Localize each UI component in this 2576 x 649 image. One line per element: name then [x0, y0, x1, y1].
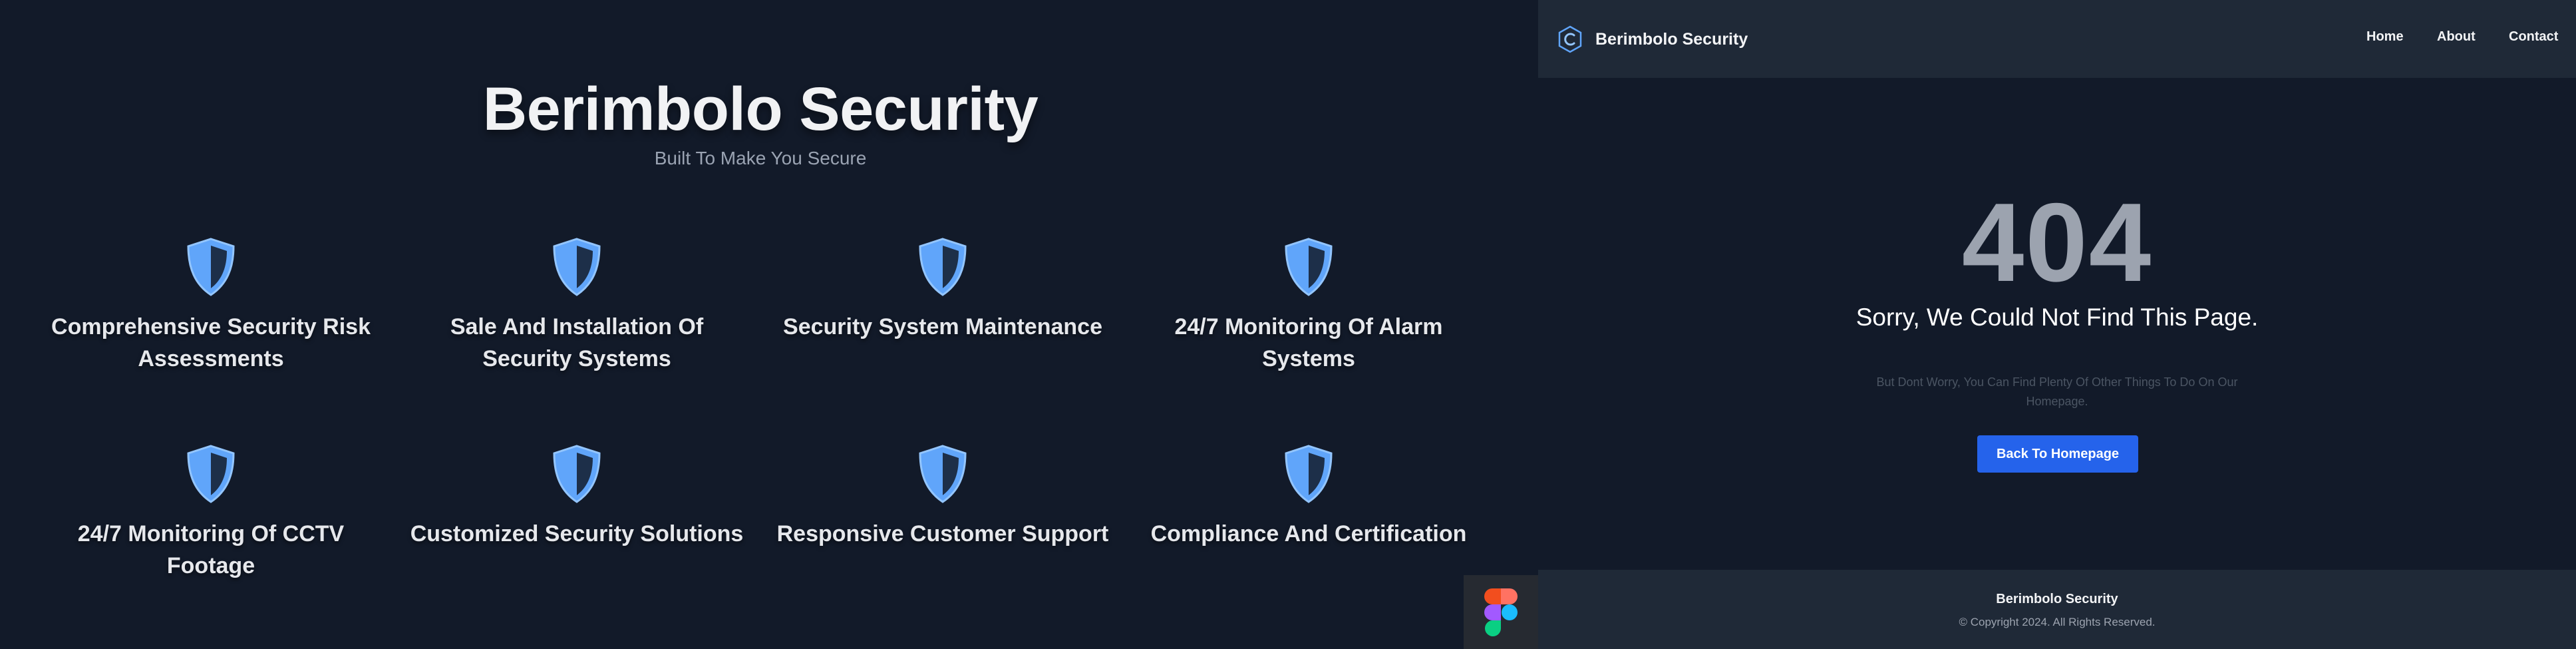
feature-label: 24/7 Monitoring Of Alarm Systems [1174, 314, 1443, 371]
feature-label: Customized Security Solutions [410, 521, 744, 546]
shield-icon [919, 238, 967, 296]
top-navbar: Berimbolo Security Home About Contact [1538, 0, 2576, 78]
figma-icon [1484, 588, 1518, 636]
feature-label: Comprehensive Security Risk Assessments [51, 314, 371, 371]
shield-icon [1285, 445, 1333, 503]
shield-icon [553, 238, 601, 296]
feature-label: Responsive Customer Support [776, 521, 1109, 546]
shield-icon [187, 445, 235, 503]
feature-card: Sale And Installation Of Security System… [404, 236, 750, 375]
features-preview-panel: Berimbolo Security Built To Make You Sec… [0, 0, 1538, 649]
feature-label: 24/7 Monitoring Of CCTV Footage [77, 521, 345, 578]
back-to-homepage-button[interactable]: Back To Homepage [1977, 435, 2138, 473]
footer: Berimbolo Security © Copyright 2024. All… [1538, 570, 2576, 649]
not-found-page: Berimbolo Security Home About Contact 40… [1538, 0, 2576, 649]
feature-label: Sale And Installation Of Security System… [450, 314, 704, 371]
footer-brand: Berimbolo Security [1996, 592, 2118, 606]
feature-card: Comprehensive Security Risk Assessments [38, 236, 384, 375]
feature-card: Customized Security Solutions [404, 443, 750, 550]
feature-card: Compliance And Certification [1136, 443, 1482, 550]
nav-link-home[interactable]: Home [2366, 29, 2404, 45]
nav-link-about[interactable]: About [2437, 29, 2476, 45]
shield-icon [553, 445, 601, 503]
shield-icon [187, 238, 235, 296]
feature-label: Security System Maintenance [783, 314, 1102, 339]
footer-copyright: © Copyright 2024. All Rights Reserved. [1959, 616, 2156, 628]
nav-links: Home About Contact [1538, 29, 2576, 49]
hero-subtitle: Built To Make You Secure [654, 148, 867, 168]
feature-card: Security System Maintenance [770, 236, 1116, 343]
feature-label: Compliance And Certification [1150, 521, 1467, 546]
shield-icon [1285, 238, 1333, 296]
feature-card: Responsive Customer Support [770, 443, 1116, 550]
error-code: 404 [1961, 180, 2153, 305]
shield-icon [919, 445, 967, 503]
error-description: But Dont Worry, You Can Find Plenty Of O… [1876, 375, 2238, 408]
nav-link-contact[interactable]: Contact [2509, 29, 2558, 45]
figma-badge[interactable] [1464, 575, 1538, 649]
feature-card: 24/7 Monitoring Of Alarm Systems [1136, 236, 1482, 375]
error-title: Sorry, We Could Not Find This Page. [1855, 304, 2259, 331]
feature-card: 24/7 Monitoring Of CCTV Footage [38, 443, 384, 582]
hero-title: Berimbolo Security [482, 75, 1039, 143]
